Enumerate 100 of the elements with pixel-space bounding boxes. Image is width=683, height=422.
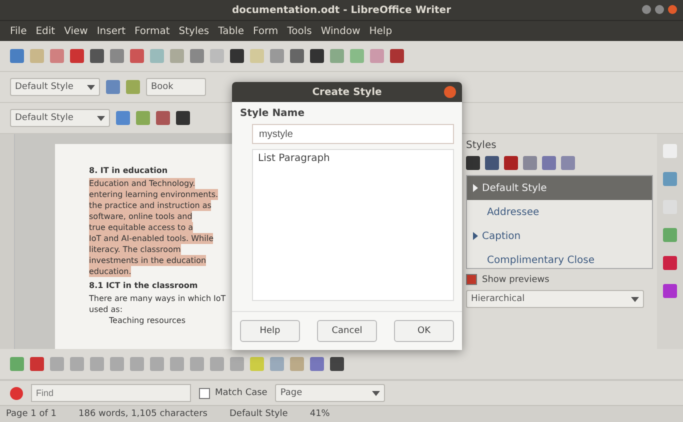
menu-item[interactable]: Window [320, 26, 360, 36]
style-family-icon[interactable] [561, 156, 575, 170]
dialog-button[interactable]: OK [394, 320, 454, 342]
toolbar-icon[interactable] [170, 49, 184, 63]
window-title: documentation.odt - LibreOffice Writer [232, 4, 452, 16]
drawing-toolbar-icon[interactable] [230, 357, 244, 371]
sidebar-tab-icon[interactable] [663, 284, 677, 298]
toolbar-icon[interactable] [250, 49, 264, 63]
toolbar-icon[interactable] [190, 49, 204, 63]
sidebar-title: Styles [466, 140, 498, 151]
minimize-button[interactable] [642, 5, 651, 14]
toolbar-icon[interactable] [30, 49, 44, 63]
toolbar-icon[interactable] [370, 49, 384, 63]
drawing-toolbar-icon[interactable] [190, 357, 204, 371]
toolbar-icon[interactable] [310, 49, 324, 63]
close-button[interactable] [444, 86, 456, 98]
checkbox-label: Match Case [215, 388, 268, 398]
sidebar-tab-icon[interactable] [663, 172, 677, 186]
toolbar-icon[interactable] [110, 49, 124, 63]
drawing-toolbar-icon[interactable] [250, 357, 264, 371]
sidebar-tab-icon[interactable] [663, 256, 677, 270]
style-family-icon[interactable] [504, 156, 518, 170]
filter-dropdown[interactable]: Hierarchical [466, 290, 644, 308]
status-text: 41% [310, 409, 330, 419]
style-item[interactable]: Complimentary Close [467, 248, 652, 268]
close-find-icon[interactable] [10, 386, 23, 400]
toolbar-icon[interactable] [70, 49, 84, 63]
dialog-title: Create Style [312, 86, 382, 98]
style-dropdown[interactable]: Default Style [10, 109, 110, 127]
font-name-field[interactable]: Book [146, 78, 206, 96]
style-icon[interactable] [176, 111, 190, 125]
drawing-toolbar-icon[interactable] [110, 357, 124, 371]
menu-item[interactable]: View [64, 26, 88, 36]
drawing-toolbar-icon[interactable] [50, 357, 64, 371]
toolbar-icon[interactable] [290, 49, 304, 63]
show-previews-checkbox[interactable] [466, 274, 477, 285]
menu-item[interactable]: Edit [36, 26, 56, 36]
toolbar-icon[interactable] [10, 49, 24, 63]
bullet-item: Teaching resources [108, 315, 186, 326]
style-family-icon[interactable] [523, 156, 537, 170]
paragraph-line: There are many ways in which IoT [89, 293, 226, 304]
checkbox-label: Show previews [482, 274, 550, 284]
list-item[interactable]: List Paragraph [253, 150, 453, 167]
style-icon[interactable] [106, 80, 120, 94]
style-item[interactable]: Caption [467, 224, 652, 248]
sidebar-tab-icon[interactable] [663, 144, 677, 158]
drawing-toolbar-icon[interactable] [130, 357, 144, 371]
drawing-toolbar-icon[interactable] [70, 357, 84, 371]
status-text: Page 1 of 1 [6, 409, 56, 419]
drawing-toolbar-icon[interactable] [310, 357, 324, 371]
toolbar-icon[interactable] [390, 49, 404, 63]
toolbar-icon[interactable] [130, 49, 144, 63]
toolbar-icon[interactable] [330, 49, 344, 63]
expander-icon[interactable] [473, 232, 478, 240]
paragraph-style-dropdown[interactable]: Default Style [10, 78, 100, 96]
style-item[interactable]: Addressee [467, 200, 652, 224]
menu-item[interactable]: Form [252, 26, 278, 36]
close-button[interactable] [668, 5, 677, 14]
menu-item[interactable]: Insert [96, 26, 126, 36]
drawing-toolbar-icon[interactable] [150, 357, 164, 371]
style-item[interactable]: Default Style [467, 176, 652, 200]
dialog-button[interactable]: Cancel [317, 320, 377, 342]
drawing-toolbar-icon[interactable] [90, 357, 104, 371]
drawing-toolbar-icon[interactable] [30, 357, 44, 371]
toolbar-icon[interactable] [350, 49, 364, 63]
maximize-button[interactable] [655, 5, 664, 14]
menu-item[interactable]: Styles [178, 26, 210, 36]
drawing-toolbar-icon[interactable] [10, 357, 24, 371]
style-icon[interactable] [126, 80, 140, 94]
sidebar-tab-icon[interactable] [663, 228, 677, 242]
style-family-icon[interactable] [466, 156, 480, 170]
menu-item[interactable]: Table [218, 26, 244, 36]
field-label: Style Name [240, 108, 306, 119]
menu-item[interactable]: Format [134, 26, 170, 36]
match-case-checkbox[interactable] [199, 388, 210, 398]
menu-item[interactable]: File [10, 26, 27, 36]
style-icon[interactable] [156, 111, 170, 125]
style-family-icon[interactable] [542, 156, 556, 170]
toolbar-icon[interactable] [270, 49, 284, 63]
dialog-button[interactable]: Help [240, 320, 300, 342]
drawing-toolbar-icon[interactable] [290, 357, 304, 371]
toolbar-icon[interactable] [210, 49, 224, 63]
drawing-toolbar-icon[interactable] [170, 357, 184, 371]
toolbar-icon[interactable] [150, 49, 164, 63]
drawing-toolbar-icon[interactable] [210, 357, 224, 371]
find-field[interactable]: Find [31, 384, 191, 402]
style-name-field[interactable]: mystyle [252, 124, 454, 144]
drawing-toolbar-icon[interactable] [330, 357, 344, 371]
style-icon[interactable] [136, 111, 150, 125]
toolbar-icon[interactable] [50, 49, 64, 63]
toolbar-icon[interactable] [90, 49, 104, 63]
menu-item[interactable]: Help [369, 26, 392, 36]
status-text: 186 words, 1,105 characters [78, 409, 208, 419]
document-heading: 8. IT in education [89, 166, 169, 175]
style-icon[interactable] [116, 111, 130, 125]
toolbar-icon[interactable] [230, 49, 244, 63]
search-scope-dropdown[interactable]: Page [275, 384, 386, 402]
style-family-icon[interactable] [485, 156, 499, 170]
menu-item[interactable]: Tools [287, 26, 312, 36]
drawing-toolbar-icon[interactable] [270, 357, 284, 371]
